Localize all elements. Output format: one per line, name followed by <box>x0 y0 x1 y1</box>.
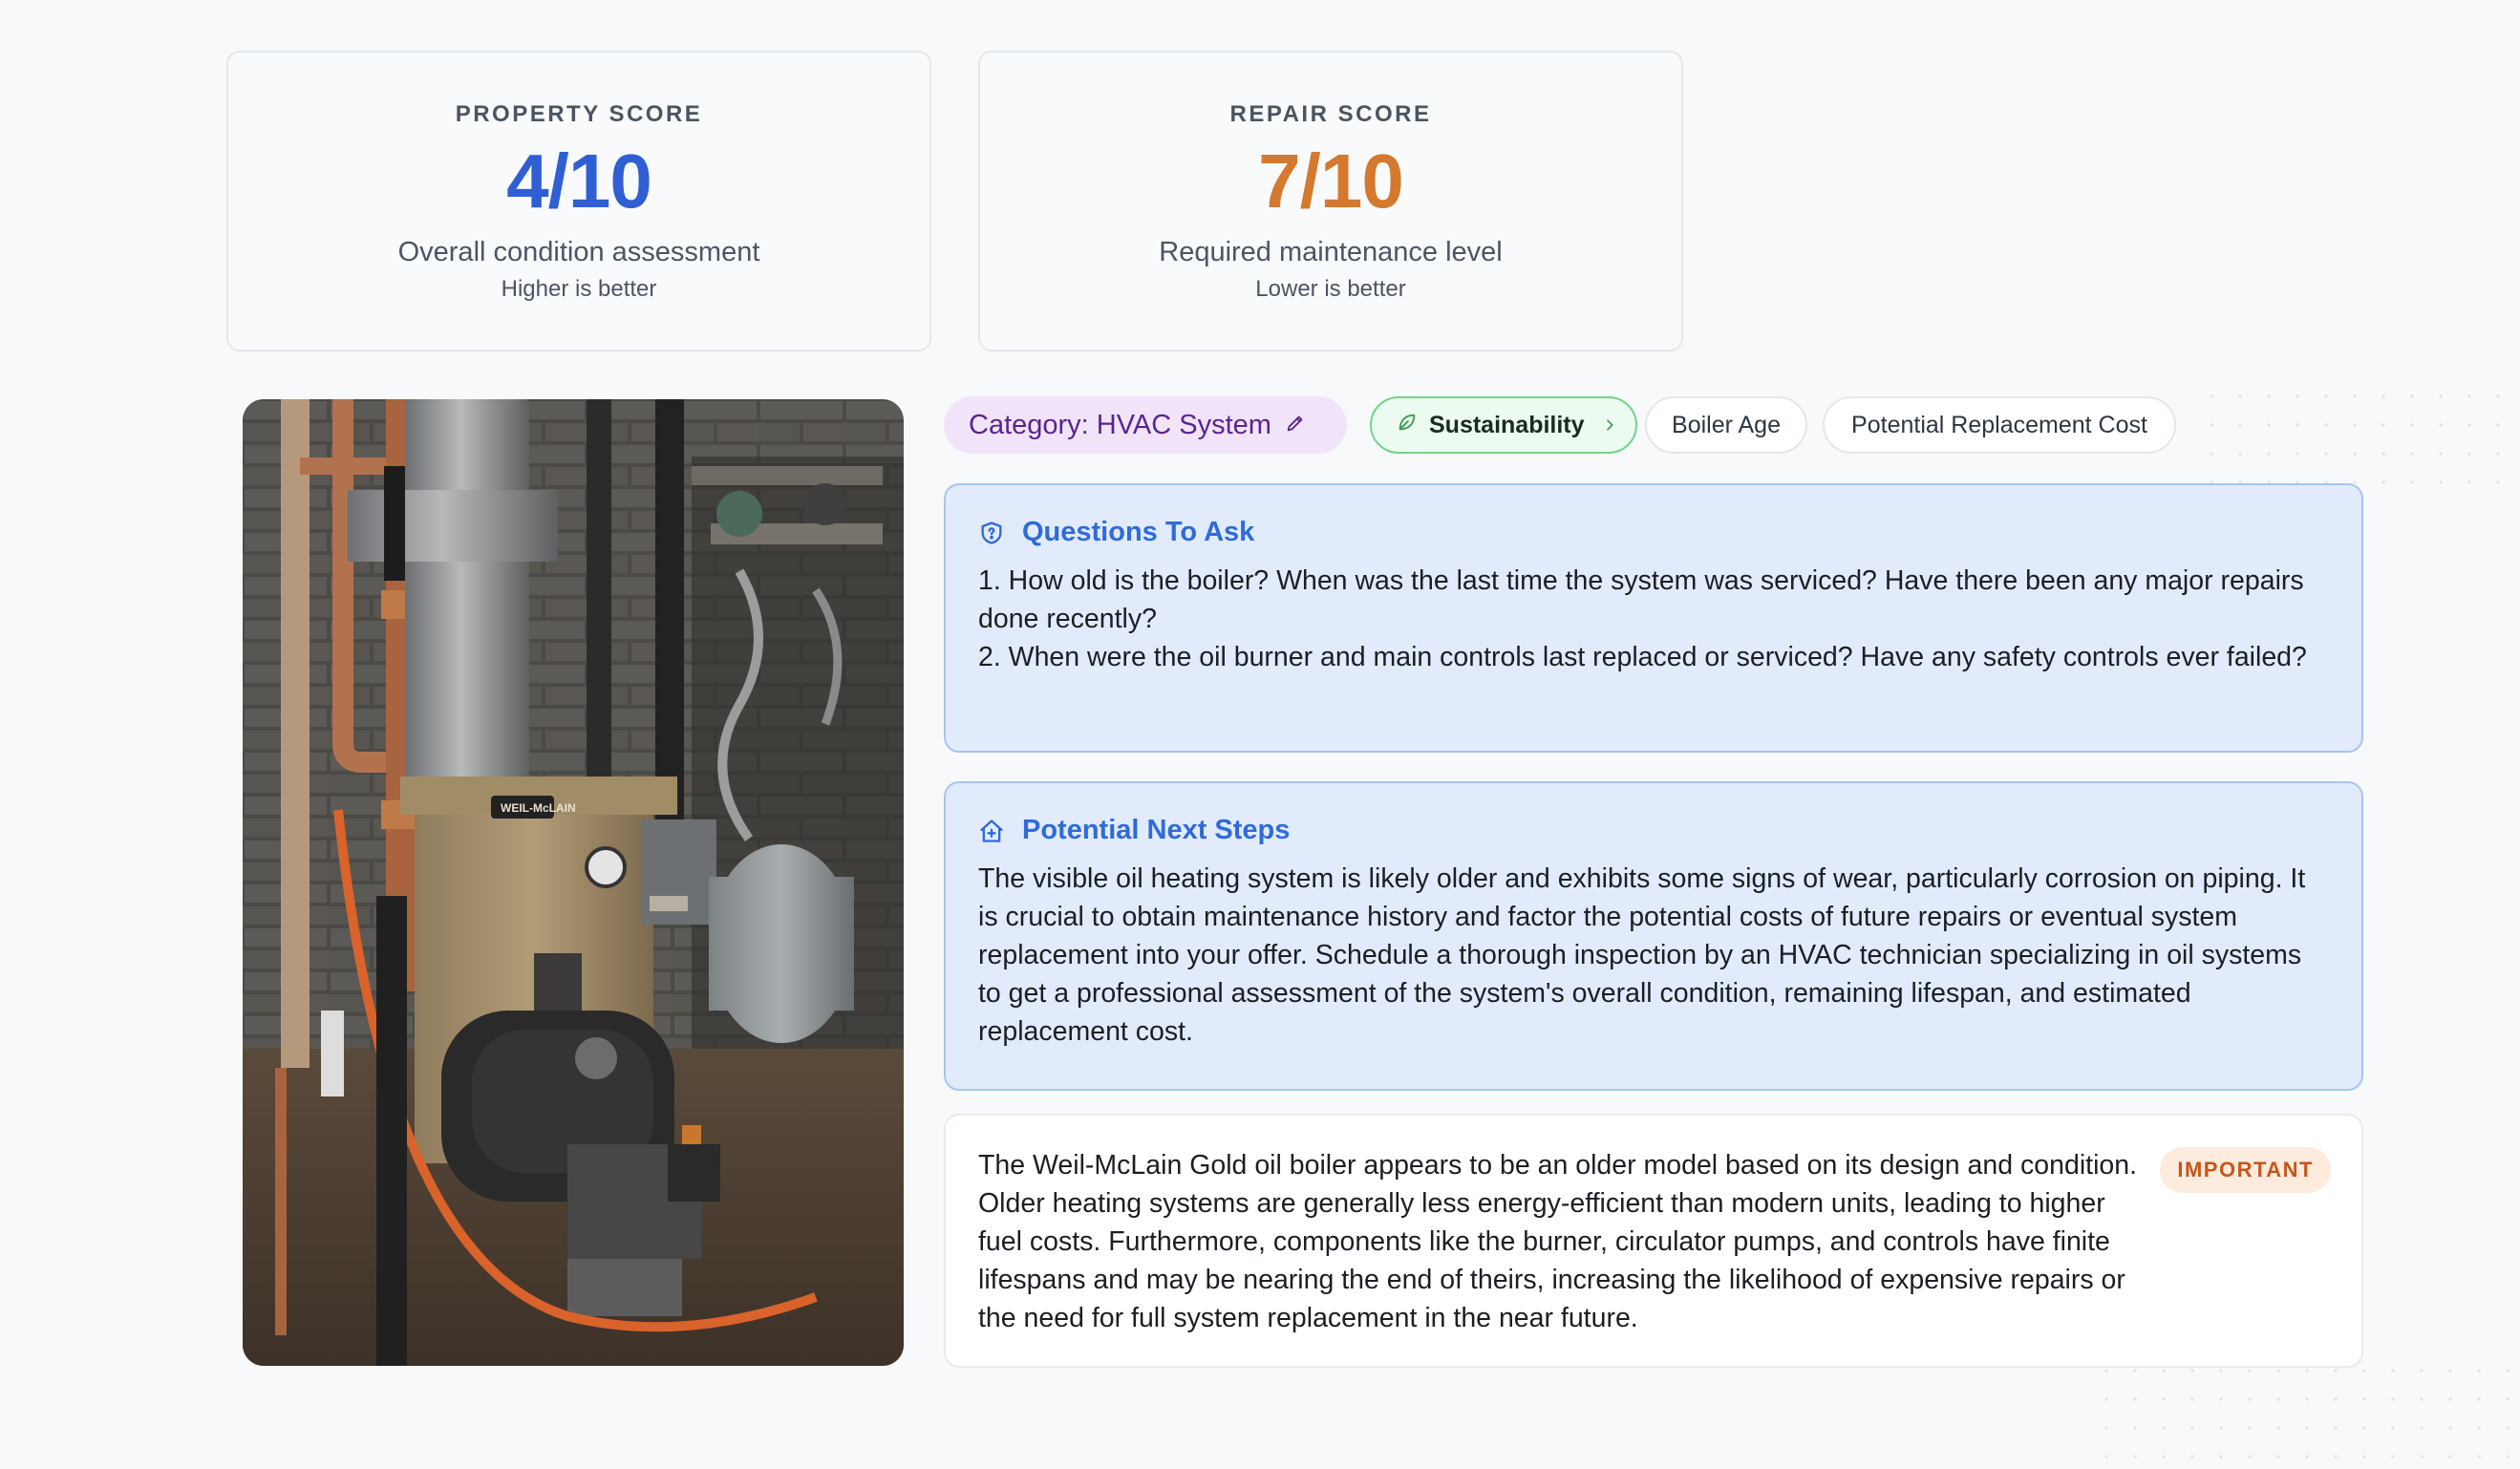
next-steps-title: Potential Next Steps <box>1022 815 1291 845</box>
questions-header: Questions To Ask <box>978 517 2329 548</box>
dot-pattern-bottom-right <box>2092 1356 2512 1461</box>
question-item: 2. When were the oil burner and main con… <box>978 642 2307 672</box>
leaf-icon <box>1397 412 1418 439</box>
repair-score-card: REPAIR SCORE 7/10 Required maintenance l… <box>978 51 1683 351</box>
observation-text: The Weil-McLain Gold oil boiler appears … <box>978 1150 2138 1333</box>
boiler-age-chip[interactable]: Boiler Age <box>1645 396 1807 454</box>
replacement-cost-chip[interactable]: Potential Replacement Cost <box>1823 396 2176 454</box>
next-steps-header: Potential Next Steps <box>978 815 2329 846</box>
repair-score-value: 7/10 <box>1258 138 1404 224</box>
boiler-badge-text: WEIL-McLAIN <box>501 801 576 815</box>
property-score-description: Overall condition assessment <box>397 237 760 267</box>
questions-list: 1. How old is the boiler? When was the l… <box>978 562 2329 676</box>
important-badge: IMPORTANT <box>2160 1147 2331 1193</box>
questions-title: Questions To Ask <box>1022 517 1255 547</box>
sustainability-chip-label: Sustainability <box>1429 411 1585 438</box>
sustainability-chip[interactable]: Sustainability <box>1370 396 1637 454</box>
chevron-right-icon <box>1602 412 1617 439</box>
property-score-card: PROPERTY SCORE 4/10 Overall condition as… <box>226 51 931 351</box>
observation-panel: The Weil-McLain Gold oil boiler appears … <box>944 1114 2363 1368</box>
dot-pattern-top-right <box>2197 382 2503 487</box>
property-score-note: Higher is better <box>501 276 657 302</box>
questions-panel: Questions To Ask 1. How old is the boile… <box>944 483 2363 753</box>
property-score-value: 4/10 <box>506 138 652 224</box>
next-steps-text: The visible oil heating system is likely… <box>978 863 2306 1047</box>
category-chip[interactable]: Category: HVAC System <box>944 396 1347 454</box>
shield-question-icon <box>978 520 1005 546</box>
next-steps-panel: Potential Next Steps The visible oil hea… <box>944 781 2363 1091</box>
repair-score-description: Required maintenance level <box>1159 237 1503 267</box>
pencil-icon[interactable] <box>1285 410 1306 441</box>
question-item: 1. How old is the boiler? When was the l… <box>978 565 2304 634</box>
replacement-cost-chip-label: Potential Replacement Cost <box>1851 411 2147 438</box>
repair-score-note: Lower is better <box>1255 276 1406 302</box>
boiler-photo: WEIL-McLAIN <box>243 399 904 1366</box>
category-chip-label: Category: HVAC System <box>969 409 1271 440</box>
repair-score-label: REPAIR SCORE <box>1229 101 1432 127</box>
house-plus-icon <box>978 818 1005 844</box>
boiler-age-chip-label: Boiler Age <box>1672 411 1781 438</box>
property-score-label: PROPERTY SCORE <box>455 101 703 127</box>
